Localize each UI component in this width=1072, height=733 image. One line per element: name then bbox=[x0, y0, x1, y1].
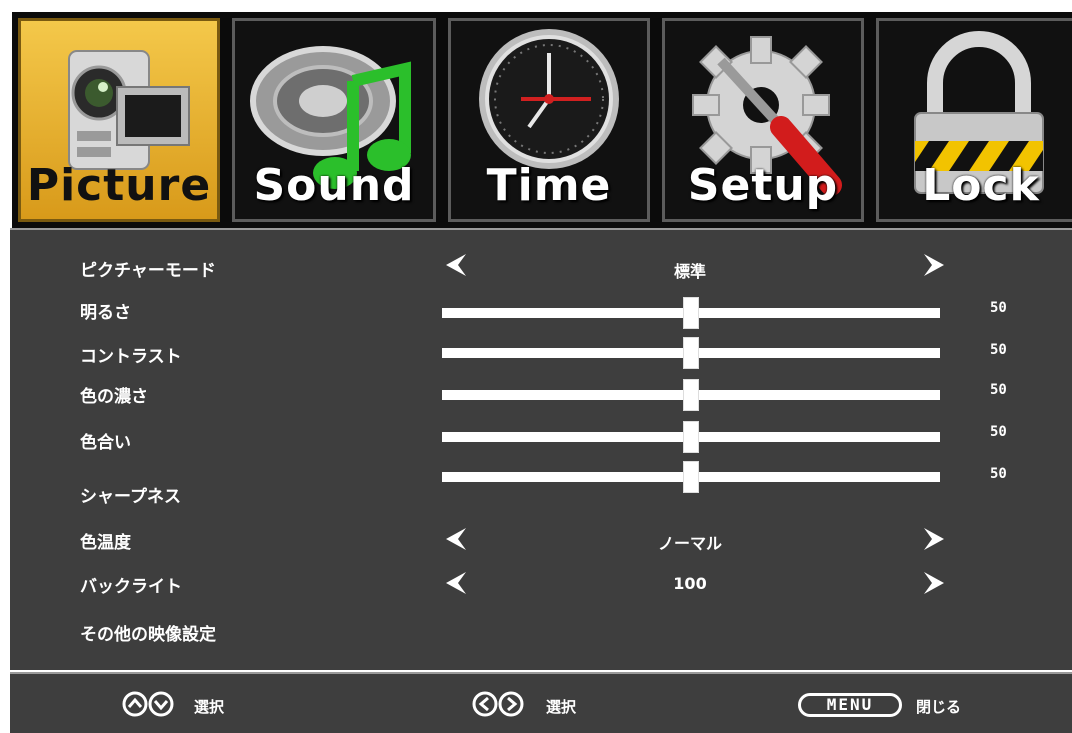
arrow-left-icon[interactable] bbox=[444, 526, 470, 552]
arrow-right-icon[interactable] bbox=[920, 570, 946, 596]
tab-label: Sound bbox=[253, 160, 415, 211]
tab-time[interactable]: Time bbox=[448, 18, 650, 222]
contrast-value: 50 bbox=[990, 342, 1007, 358]
arrow-right-icon[interactable] bbox=[920, 526, 946, 552]
contrast-label: コントラスト bbox=[80, 347, 182, 367]
sharpness-value: 50 bbox=[990, 466, 1007, 482]
tab-label: Time bbox=[486, 160, 612, 211]
menu-tab-bar-background: Picture Sound Time Setup Lock bbox=[12, 12, 1072, 228]
tint-value: 50 bbox=[990, 424, 1007, 440]
backlight-value: 100 bbox=[673, 574, 707, 593]
picture-settings-panel: ピクチャーモード 標準 明るさ 50 コントラスト 50 色の濃さ 50 色合い… bbox=[10, 228, 1072, 670]
tint-label: 色合い bbox=[80, 433, 131, 453]
picture-mode-label: ピクチャーモード bbox=[80, 261, 216, 281]
leftright-hint-text: 選択 bbox=[546, 698, 577, 716]
tint-slider-thumb[interactable] bbox=[683, 421, 699, 453]
arrow-right-icon[interactable] bbox=[920, 252, 946, 278]
tab-setup[interactable]: Setup bbox=[662, 18, 864, 222]
color-label: 色の濃さ bbox=[80, 387, 148, 407]
tab-label: Picture bbox=[26, 160, 212, 211]
sharpness-label: シャープネス bbox=[80, 487, 181, 507]
color-slider-thumb[interactable] bbox=[683, 379, 699, 411]
contrast-slider-thumb[interactable] bbox=[683, 337, 699, 369]
right-key-icon bbox=[498, 691, 524, 717]
left-key-icon bbox=[472, 691, 498, 717]
updown-hint-text: 選択 bbox=[194, 698, 225, 716]
brightness-label: 明るさ bbox=[80, 303, 131, 323]
tab-lock[interactable]: Lock bbox=[876, 18, 1072, 222]
menu-tab-bar: Picture Sound Time Setup Lock bbox=[0, 0, 1072, 228]
up-key-icon bbox=[122, 691, 148, 717]
picture-mode-value: 標準 bbox=[673, 262, 706, 281]
tab-sound[interactable]: Sound bbox=[232, 18, 436, 222]
down-key-icon bbox=[148, 691, 174, 717]
menu-key-icon: MENU bbox=[798, 693, 902, 717]
tab-label: Setup bbox=[687, 160, 839, 211]
color-temp-value: ノーマル bbox=[657, 534, 722, 553]
color-temp-label: 色温度 bbox=[80, 533, 131, 553]
color-value: 50 bbox=[990, 382, 1007, 398]
backlight-label: バックライト bbox=[80, 577, 182, 597]
key-hint-bar: 選択 選択 MENU 閉じる bbox=[10, 672, 1072, 733]
menu-hint-text: 閉じる bbox=[916, 698, 962, 716]
sharpness-slider-thumb[interactable] bbox=[683, 461, 699, 493]
brightness-slider-thumb[interactable] bbox=[683, 297, 699, 329]
arrow-left-icon[interactable] bbox=[444, 252, 470, 278]
arrow-left-icon[interactable] bbox=[444, 570, 470, 596]
brightness-value: 50 bbox=[990, 300, 1007, 316]
tab-picture[interactable]: Picture bbox=[18, 18, 220, 222]
other-picture-settings-item[interactable]: その他の映像設定 bbox=[80, 620, 216, 645]
tab-label: Lock bbox=[922, 160, 1040, 211]
